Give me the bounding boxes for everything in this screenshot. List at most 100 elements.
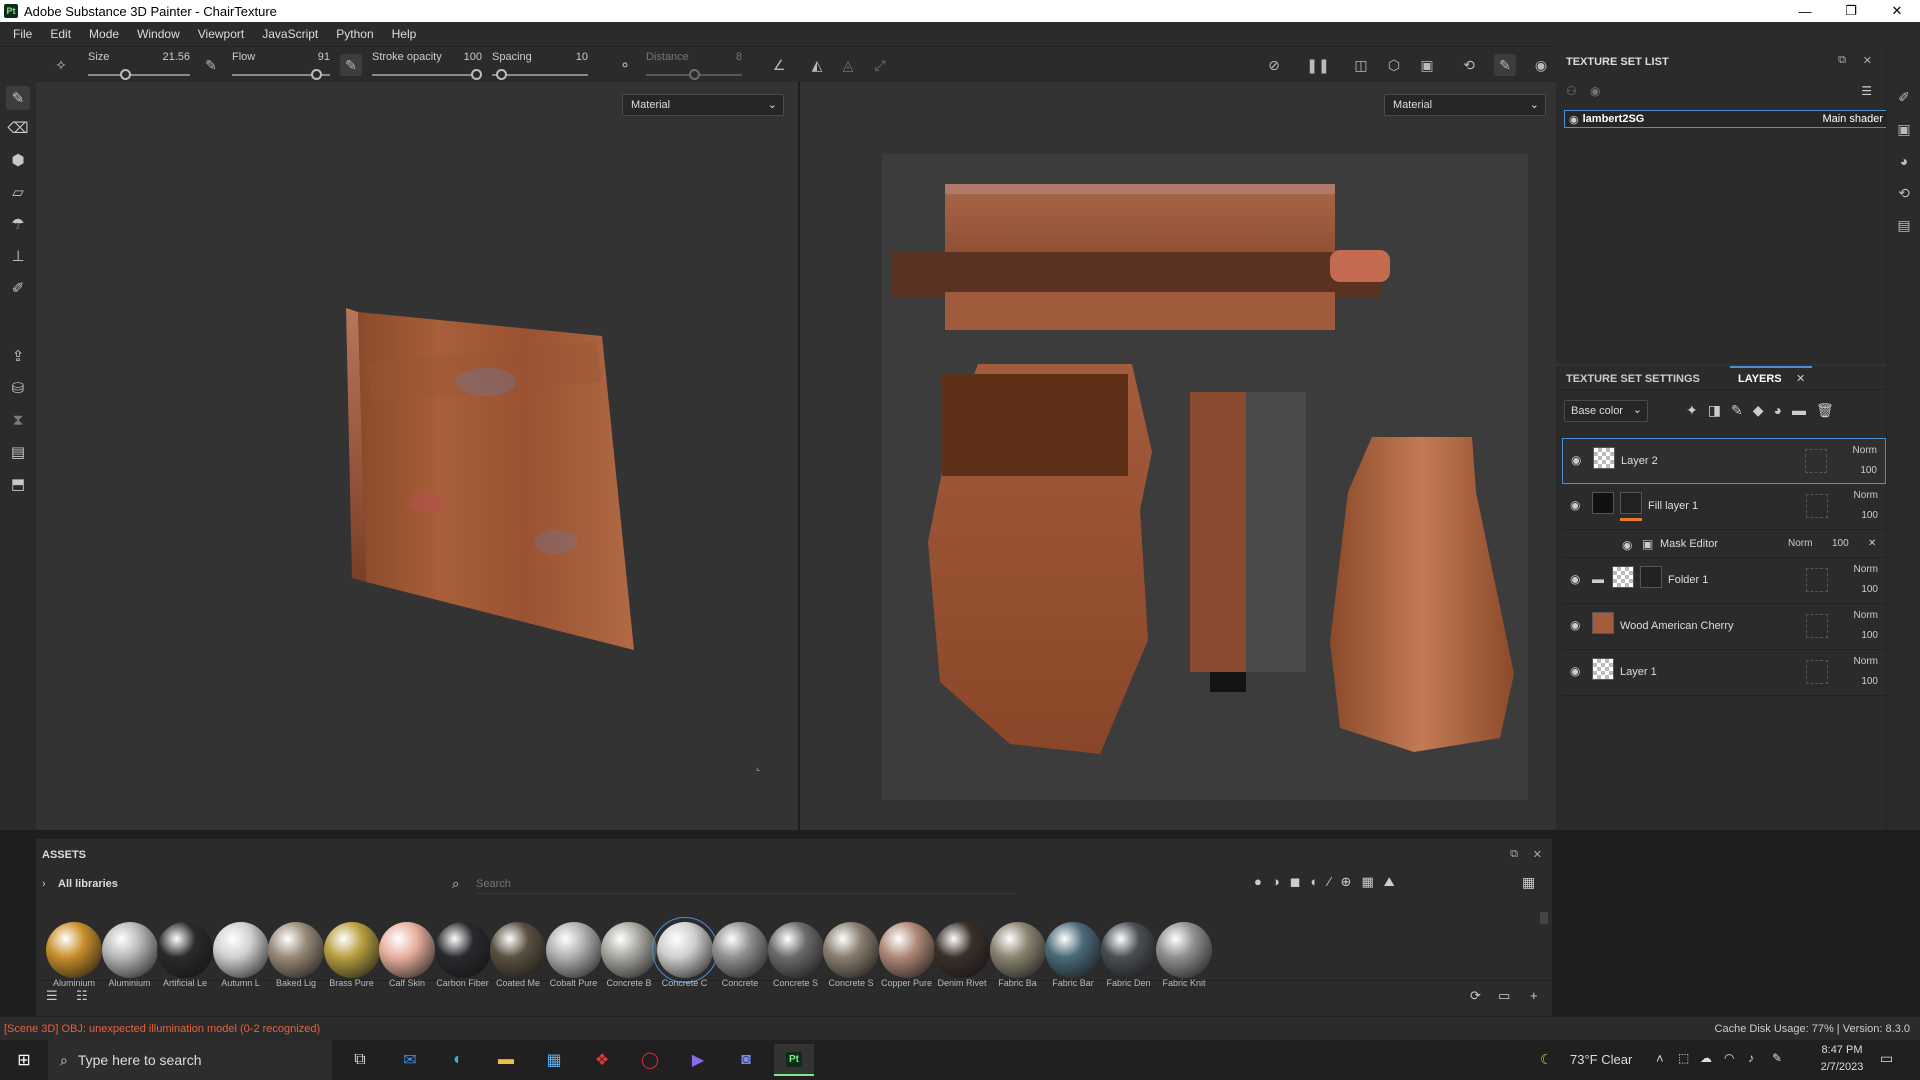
hourglass-icon[interactable]: ⧗: [6, 408, 30, 432]
close-panel-icon[interactable]: ✕: [1863, 54, 1872, 67]
refresh-icon[interactable]: ⟳: [1470, 988, 1481, 1004]
bake-mesh-icon[interactable]: ⛁: [6, 376, 30, 400]
blend-mode[interactable]: Norm: [1854, 610, 1878, 621]
size-slider[interactable]: Size 21.56: [88, 47, 190, 83]
filter-brushes-icon[interactable]: ⁄: [1328, 874, 1330, 890]
material-thumbnail[interactable]: [434, 922, 491, 978]
mask-editor-row[interactable]: ◉ ▣ Mask Editor Norm 100 ✕: [1562, 530, 1886, 558]
close-tab-icon[interactable]: ✕: [1796, 372, 1805, 385]
grid-view-icon[interactable]: ▦: [1522, 874, 1535, 891]
material-thumbnail[interactable]: [1100, 922, 1157, 978]
flow-knob[interactable]: [311, 69, 323, 80]
spacing-slider[interactable]: Spacing 10: [492, 47, 588, 83]
mirror-icon[interactable]: ◬: [837, 54, 859, 76]
material-thumbnail[interactable]: [878, 922, 935, 978]
material-thumbnail[interactable]: [601, 922, 657, 978]
menu-edit[interactable]: Edit: [41, 27, 80, 41]
blend-mode[interactable]: Norm: [1788, 538, 1812, 549]
color-picker-icon[interactable]: ✐: [6, 276, 30, 300]
layer-row[interactable]: ◉ Wood American Cherry Norm 100: [1562, 604, 1886, 650]
menu-help[interactable]: Help: [383, 27, 426, 41]
export-icon[interactable]: ⇪: [6, 344, 30, 368]
material-thumbnail[interactable]: [323, 922, 380, 978]
layer-row[interactable]: ◉ Layer 2 Norm 100: [1562, 438, 1886, 484]
log-icon[interactable]: ▤: [1893, 214, 1915, 236]
network-icon[interactable]: ◠: [1724, 1051, 1734, 1065]
material-thumbnail[interactable]: [823, 922, 879, 978]
substance-painter-taskbar-icon[interactable]: Pt: [774, 1044, 814, 1076]
paint-brush-icon[interactable]: ✎: [6, 86, 30, 110]
close-icon[interactable]: ✕: [1868, 538, 1876, 549]
filter-smart-materials-icon[interactable]: ◑: [1272, 874, 1280, 890]
windows-start-icon[interactable]: ⊞: [4, 1044, 44, 1076]
eye-icon[interactable]: ◉: [1622, 538, 1632, 552]
store-icon[interactable]: ▦: [534, 1044, 574, 1076]
menu-javascript[interactable]: JavaScript: [253, 27, 327, 41]
filter-alphas-icon[interactable]: ▦: [1361, 874, 1373, 890]
layer-mask-slot[interactable]: [1805, 449, 1827, 473]
viewport-3d[interactable]: Material ⌄ ⌞: [36, 82, 798, 830]
material-thumbnail[interactable]: [1156, 922, 1212, 978]
close-window-button[interactable]: ✕: [1874, 0, 1920, 22]
distance-knob[interactable]: [688, 69, 700, 80]
material-thumbnail[interactable]: [767, 922, 824, 978]
polygon-fill-icon[interactable]: ▱: [6, 180, 30, 204]
minimize-button[interactable]: —: [1782, 0, 1828, 22]
notifications-icon[interactable]: ▭: [1880, 1050, 1893, 1067]
brush-preset-icon[interactable]: ✧: [50, 54, 72, 76]
pen-icon[interactable]: ✎: [1772, 1051, 1782, 1065]
material-thumbnail[interactable]: [490, 922, 546, 978]
discord-icon[interactable]: ◙: [726, 1044, 766, 1076]
weather-text[interactable]: 73°F Clear: [1570, 1052, 1632, 1067]
material-thumbnail[interactable]: [268, 922, 324, 978]
volume-icon[interactable]: ♪: [1748, 1051, 1754, 1065]
chevron-up-icon[interactable]: ˄: [1656, 1051, 1664, 1066]
paint-mode-icon[interactable]: ✎: [1494, 54, 1516, 76]
pause-icon[interactable]: ❚❚: [1306, 54, 1329, 76]
add-smart-material-icon[interactable]: ◕: [1773, 402, 1781, 419]
add-folder-icon[interactable]: ▬: [1792, 402, 1806, 419]
menu-viewport[interactable]: Viewport: [189, 27, 253, 41]
angle-icon[interactable]: ∠: [768, 54, 790, 76]
channel-dropdown[interactable]: Base color ⌄: [1564, 400, 1648, 422]
menu-window[interactable]: Window: [128, 27, 189, 41]
smudge-icon[interactable]: ☂: [6, 212, 30, 236]
app-icon-purple[interactable]: ▶: [678, 1044, 718, 1076]
stroke-opacity-knob[interactable]: [471, 69, 482, 80]
eye-icon[interactable]: ◉: [1570, 664, 1580, 678]
cube-view-icon[interactable]: ⬡: [1383, 54, 1405, 76]
menu-icon[interactable]: ☰: [1861, 84, 1872, 98]
brush-settings-icon[interactable]: ✐: [1893, 86, 1915, 108]
clock-date[interactable]: 2/7/2023: [1812, 1061, 1872, 1073]
material-thumbnail[interactable]: [651, 917, 718, 983]
material-thumbnail[interactable]: [1045, 922, 1101, 978]
layer-opacity[interactable]: 100: [1861, 584, 1878, 595]
add-paint-layer-icon[interactable]: ✎: [1731, 402, 1743, 419]
chevron-right-icon[interactable]: ›: [42, 878, 46, 890]
material-thumbnail[interactable]: [379, 922, 435, 978]
delete-layer-icon[interactable]: 🗑: [1816, 402, 1834, 419]
box-icon[interactable]: ⬒: [6, 472, 30, 496]
layer-mask-slot[interactable]: [1806, 614, 1828, 638]
screenshot-icon[interactable]: ◉: [1530, 54, 1552, 76]
menu-python[interactable]: Python: [327, 27, 382, 41]
layer-row[interactable]: ◉ ▬ Folder 1 Norm 100: [1562, 558, 1886, 604]
texture-set-row[interactable]: ◉ lambert2SG Main shader: [1564, 110, 1888, 128]
float-panel-icon[interactable]: ⧉: [1838, 54, 1846, 67]
effect-opacity[interactable]: 100: [1832, 538, 1849, 549]
float-panel-icon[interactable]: ⧉: [1510, 848, 1518, 861]
meet-icon[interactable]: ⬚: [1678, 1051, 1689, 1065]
size-knob[interactable]: [119, 69, 131, 80]
tab-texture-set-settings[interactable]: TEXTURE SET SETTINGS: [1566, 373, 1700, 385]
blend-mode[interactable]: Norm: [1854, 490, 1878, 501]
add-fill-layer-icon[interactable]: ◆: [1753, 402, 1764, 419]
blend-mode[interactable]: Norm: [1854, 656, 1878, 667]
mail-icon[interactable]: ✉: [390, 1044, 430, 1076]
lazy-mouse-icon[interactable]: ⚬: [614, 54, 636, 76]
layer-row[interactable]: ◉ Layer 1 Norm 100: [1562, 650, 1886, 696]
taskbar-search-box[interactable]: ⌕ Type here to search: [48, 1040, 332, 1080]
material-thumbnail[interactable]: [212, 922, 269, 978]
display-settings-icon[interactable]: ▣: [1893, 118, 1915, 140]
material-thumbnail[interactable]: [934, 922, 990, 978]
layer-opacity[interactable]: 100: [1861, 630, 1878, 641]
